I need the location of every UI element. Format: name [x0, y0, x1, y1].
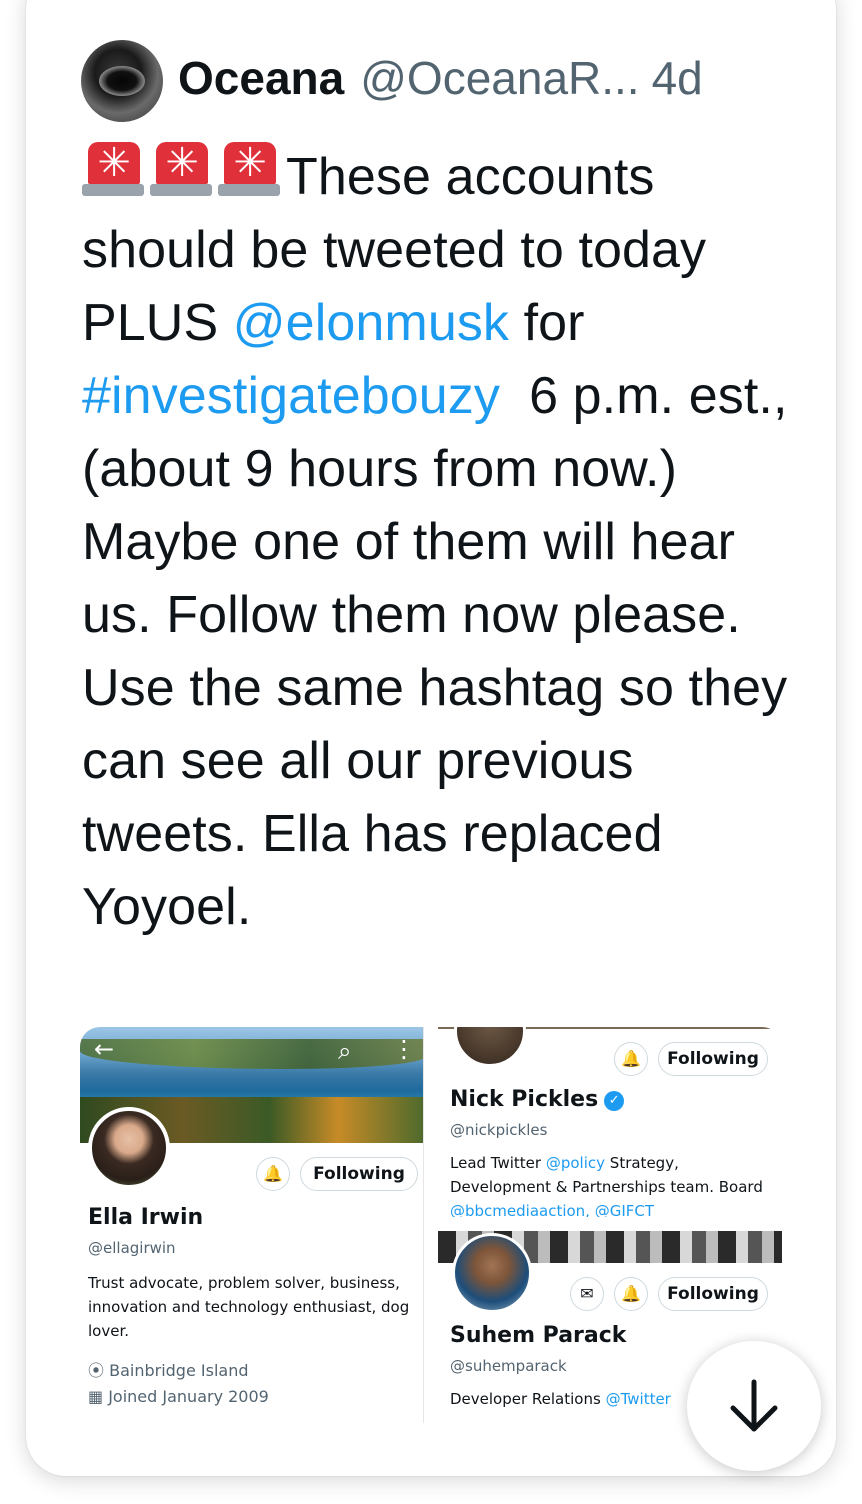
notification-bell-icon: 🔔	[256, 1157, 290, 1191]
more-icon: ⋮	[392, 1035, 416, 1063]
profile-name: Ella Irwin	[88, 1205, 204, 1230]
police-car-light-icon: ✳	[82, 140, 144, 198]
bio-link: @policy	[545, 1154, 606, 1172]
back-arrow-icon: ←	[94, 1035, 115, 1063]
mention-link[interactable]: @elonmusk	[233, 294, 509, 352]
avatar	[452, 1233, 532, 1313]
avatar	[454, 1027, 526, 1067]
profile-name: Suhem Parack	[450, 1323, 627, 1348]
media-ella-irwin-profile[interactable]: ← ⌕ ⋮ 🔔 Following Ella Irwin @ellagirwin…	[80, 1027, 424, 1423]
police-car-light-icon: ✳	[150, 140, 212, 198]
tweet-text-para2: Maybe one of them will hear us. Follow t…	[82, 513, 788, 936]
tweet-time[interactable]: 4d	[652, 50, 703, 106]
media-nick-pickles-profile[interactable]: 🔔 Following Nick Pickles ✓ @nickpickles L…	[438, 1027, 782, 1217]
profile-handle: @suhemparack	[450, 1357, 567, 1375]
avatar-eye	[99, 66, 145, 96]
profile-bio: Trust advocate, problem solver, business…	[88, 1274, 410, 1340]
police-car-light-icon: ✳	[218, 140, 280, 198]
profile-location: ⦿ Bainbridge Island	[88, 1357, 248, 1381]
tweet-header: Oceana @OceanaR... 4d	[178, 50, 703, 106]
notification-bell-icon: 🔔	[614, 1277, 648, 1311]
bio-text: Lead Twitter	[450, 1154, 546, 1172]
arrow-down-icon	[730, 1379, 778, 1432]
bio-link: @bbcmediaaction, @GIFCT	[450, 1202, 655, 1217]
avatar	[88, 1107, 170, 1189]
following-button: Following	[300, 1157, 418, 1191]
joined-text: Joined January 2009	[108, 1387, 269, 1406]
profile-name: Nick Pickles	[450, 1087, 599, 1112]
scroll-down-button[interactable]	[687, 1341, 821, 1471]
profile-name-row: Nick Pickles ✓	[450, 1087, 625, 1112]
profile-bio: Lead Twitter @policy Strategy, Developme…	[450, 1151, 770, 1217]
bio-link: @Twitter	[605, 1390, 671, 1408]
hashtag-link[interactable]: #investigatebouzy	[82, 367, 500, 425]
following-button: Following	[658, 1277, 768, 1311]
verified-badge-icon: ✓	[604, 1091, 625, 1111]
location-text: Bainbridge Island	[109, 1361, 249, 1380]
location-pin-icon: ⦿	[88, 1361, 110, 1380]
notification-bell-icon: 🔔	[614, 1042, 648, 1076]
search-icon: ⌕	[338, 1037, 352, 1065]
author-name[interactable]: Oceana	[178, 50, 344, 106]
tweet-media-grid[interactable]: ← ⌕ ⋮ 🔔 Following Ella Irwin @ellagirwin…	[80, 1027, 782, 1423]
profile-joined: ▦ Joined January 2009	[88, 1387, 269, 1406]
following-button: Following	[658, 1042, 768, 1076]
bio-text: Developer Relations	[450, 1390, 606, 1408]
mail-icon: ✉	[570, 1277, 604, 1311]
profile-handle: @nickpickles	[450, 1121, 548, 1139]
author-handle[interactable]: @OceanaR...	[360, 50, 639, 106]
profile-handle: @ellagirwin	[88, 1239, 176, 1257]
tweet-body: ✳ ✳ ✳ These accounts should be tweeted to t…	[82, 140, 802, 944]
author-avatar[interactable]	[81, 40, 163, 122]
calendar-icon: ▦	[88, 1387, 109, 1406]
tweet-text-for: for	[509, 294, 585, 352]
